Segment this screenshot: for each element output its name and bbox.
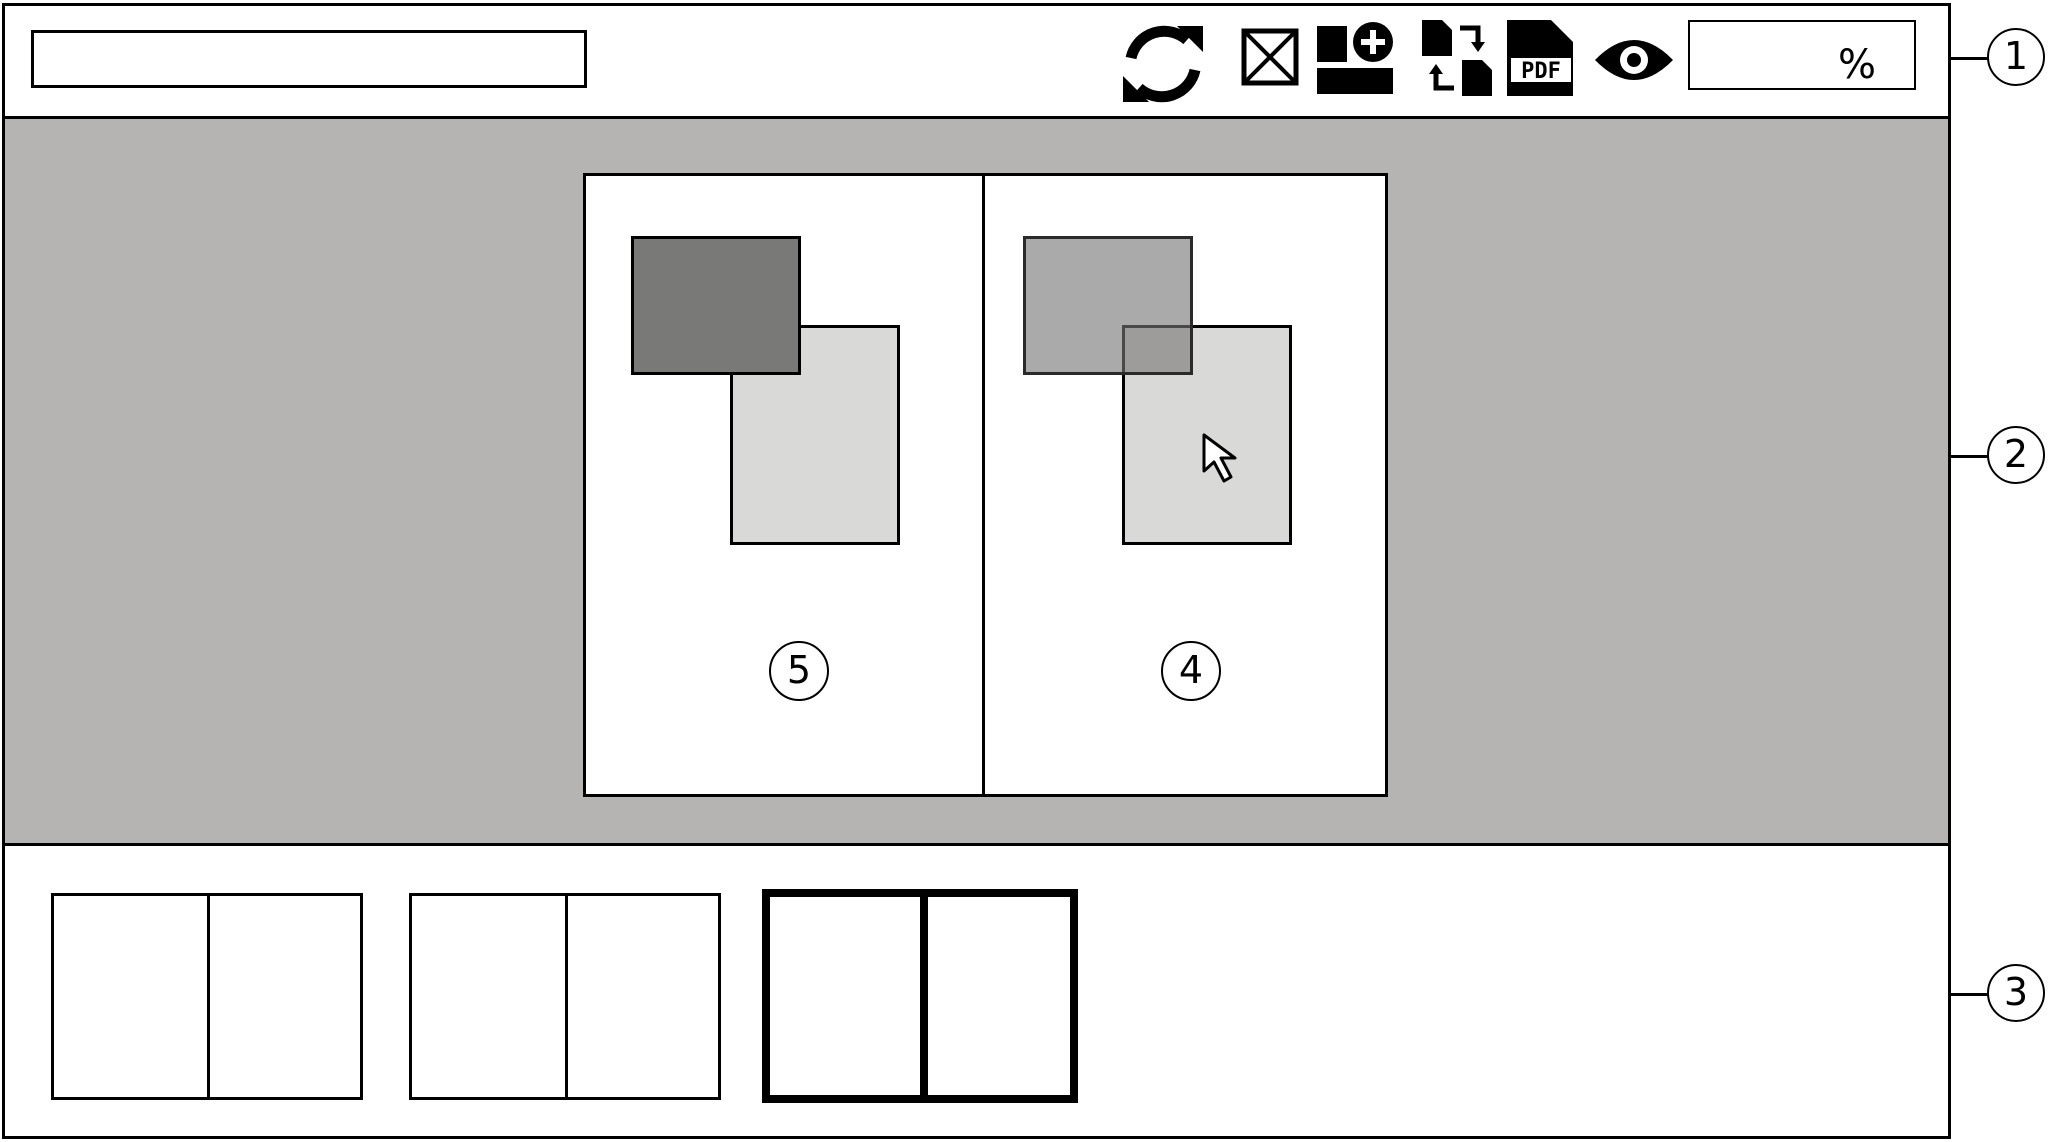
page-number-4: 4 bbox=[1161, 641, 1221, 701]
add-layout-icon[interactable] bbox=[1315, 20, 1399, 101]
thumbnail-spread-3-selected[interactable] bbox=[762, 889, 1078, 1103]
title-input[interactable] bbox=[31, 30, 587, 88]
thumbnail-spread-2[interactable] bbox=[409, 893, 721, 1100]
refresh-icon[interactable] bbox=[1117, 18, 1209, 115]
callout-1: 1 bbox=[1987, 28, 2045, 86]
thumbnail-divider bbox=[207, 896, 210, 1097]
pdf-icon[interactable]: PDF bbox=[1505, 18, 1575, 103]
mouse-cursor-icon bbox=[1200, 431, 1248, 492]
eye-icon[interactable] bbox=[1593, 34, 1675, 91]
translucent-frame[interactable] bbox=[1023, 236, 1193, 375]
zoom-percent-label: % bbox=[1837, 42, 1876, 88]
thumbnail-divider bbox=[565, 896, 568, 1097]
page-thumbnails-strip bbox=[5, 849, 1948, 1136]
swap-pages-icon[interactable] bbox=[1420, 18, 1494, 103]
right-page[interactable]: 4 bbox=[985, 176, 1385, 794]
page-number-5: 5 bbox=[769, 641, 829, 701]
application-window: PDF % 5 4 bbox=[2, 3, 1951, 1139]
toolbar: PDF % bbox=[5, 6, 1948, 119]
callout-3: 3 bbox=[1987, 964, 2045, 1022]
thumbnail-spread-1[interactable] bbox=[51, 893, 363, 1100]
svg-text:PDF: PDF bbox=[1521, 59, 1561, 84]
callout-leader-2 bbox=[1951, 455, 1989, 458]
callout-leader-3 bbox=[1951, 993, 1989, 996]
zoom-input[interactable]: % bbox=[1688, 20, 1916, 90]
left-page[interactable]: 5 bbox=[586, 176, 985, 794]
dark-frame[interactable] bbox=[631, 236, 801, 375]
callout-2: 2 bbox=[1987, 426, 2045, 484]
page-spread: 5 4 bbox=[583, 173, 1388, 797]
callout-leader-1 bbox=[1951, 57, 1989, 60]
close-box-icon[interactable] bbox=[1241, 28, 1299, 91]
workspace: 5 4 bbox=[5, 119, 1948, 846]
thumbnail-divider bbox=[920, 897, 928, 1095]
